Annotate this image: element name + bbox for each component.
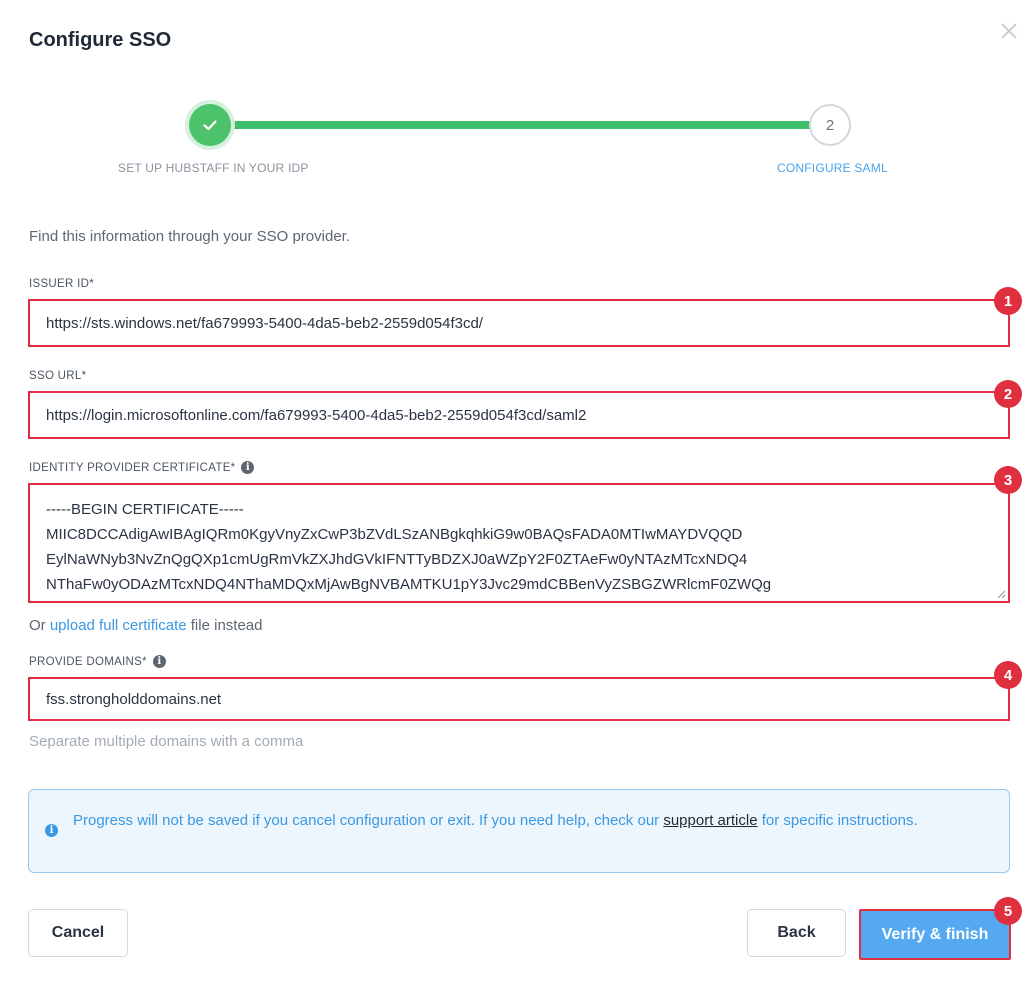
step-2-label: CONFIGURE SAML: [777, 161, 888, 175]
resize-handle-icon[interactable]: [996, 589, 1006, 599]
sso-url-value: https://login.microsoftonline.com/fa6799…: [46, 406, 587, 424]
intro-text: Find this information through your SSO p…: [29, 228, 350, 245]
notice-text: Progress will not be saved if you cancel…: [73, 809, 973, 832]
sso-url-label-text: SSO URL*: [29, 370, 87, 382]
step-1-complete: [189, 104, 231, 146]
check-icon: [203, 120, 217, 131]
notice-text-before: Progress will not be saved if you cancel…: [73, 812, 660, 829]
sso-url-label: SSO URL*: [29, 370, 86, 382]
domains-value: fss.strongholddomains.net: [46, 690, 222, 708]
annotation-badge-2: 2: [994, 380, 1022, 408]
cancel-button[interactable]: Cancel: [28, 909, 128, 957]
sso-url-input[interactable]: https://login.microsoftonline.com/fa6799…: [28, 391, 1010, 439]
notice-text-after: for specific instructions.: [761, 812, 918, 829]
dialog-title: Configure SSO: [29, 29, 172, 51]
progress-notice: i Progress will not be saved if you canc…: [28, 789, 1010, 873]
annotation-badge-5: 5: [994, 897, 1022, 925]
certificate-label-text: IDENTITY PROVIDER CERTIFICATE*: [29, 461, 236, 474]
issuer-id-label: ISSUER ID*: [29, 278, 94, 290]
annotation-badge-4: 4: [994, 661, 1022, 689]
issuer-id-input[interactable]: https://sts.windows.net/fa679993-5400-4d…: [28, 299, 1010, 347]
support-article-link[interactable]: support article: [663, 812, 757, 829]
certificate-textarea[interactable]: -----BEGIN CERTIFICATE----- MIIC8DCCAdig…: [28, 483, 1010, 603]
upload-certificate-link[interactable]: upload full certificate: [50, 617, 187, 634]
domains-label: PROVIDE DOMAINS* i: [29, 655, 166, 668]
upload-suffix: file instead: [190, 617, 263, 634]
info-icon[interactable]: i: [152, 655, 166, 668]
annotation-badge-1: 1: [994, 287, 1022, 315]
back-button[interactable]: Back: [747, 909, 846, 957]
issuer-id-value: https://sts.windows.net/fa679993-5400-4d…: [46, 314, 483, 332]
step-2-indicator: 2: [809, 104, 851, 146]
domains-input[interactable]: fss.strongholddomains.net: [28, 677, 1010, 721]
stepper-progress: [210, 121, 830, 129]
info-icon[interactable]: i: [241, 461, 255, 474]
upload-prefix: Or: [29, 617, 46, 634]
verify-finish-button[interactable]: Verify & finish: [859, 909, 1011, 960]
upload-certificate-line: Or upload full certificate file instead: [29, 617, 262, 634]
close-icon[interactable]: [998, 20, 1020, 42]
annotation-badge-3: 3: [994, 466, 1022, 494]
info-icon: i: [45, 824, 58, 837]
issuer-id-label-text: ISSUER ID*: [29, 278, 94, 290]
certificate-value: -----BEGIN CERTIFICATE----- MIIC8DCCAdig…: [46, 501, 772, 593]
domains-label-text: PROVIDE DOMAINS*: [29, 655, 147, 668]
domains-hint: Separate multiple domains with a comma: [29, 733, 304, 750]
certificate-label: IDENTITY PROVIDER CERTIFICATE* i: [29, 461, 255, 474]
step-1-label: SET UP HUBSTAFF IN YOUR IDP: [118, 161, 309, 175]
